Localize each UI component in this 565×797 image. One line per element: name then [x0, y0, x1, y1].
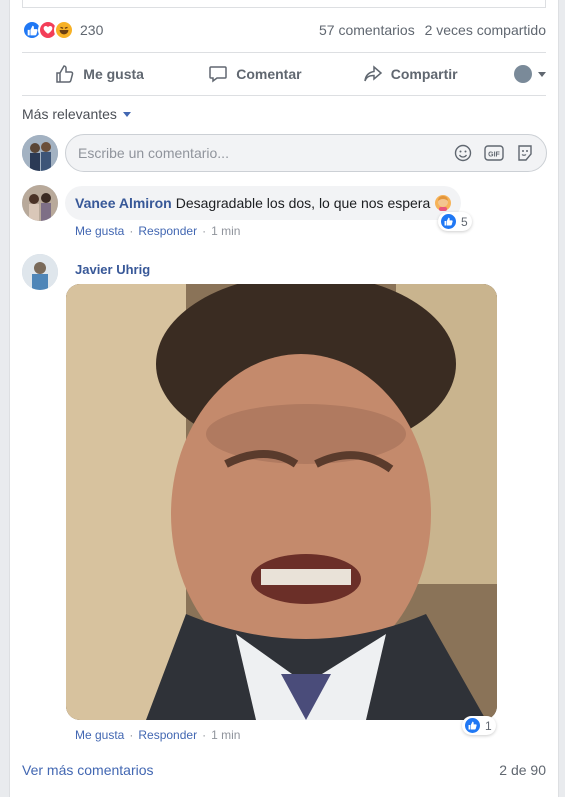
chevron-down-icon — [122, 111, 131, 117]
comment-author[interactable]: Javier Uhrig — [75, 262, 150, 277]
profile-thumb-icon — [514, 65, 533, 83]
comment-input-placeholder: Escribe un comentario... — [78, 145, 229, 161]
action-bar: Me gusta Comentar Compartir — [22, 52, 547, 96]
comment-meta: Me gusta · Responder · 1 min — [75, 728, 240, 742]
comment-author[interactable]: Vanee Almiron — [75, 195, 172, 211]
post-stats: 230 57 comentarios 2 veces compartido — [22, 16, 546, 44]
emoji-icon[interactable] — [454, 144, 472, 162]
post-card: 230 57 comentarios 2 veces compartido Me… — [9, 0, 559, 797]
separator-dot: · — [129, 224, 134, 238]
reaction-count: 230 — [80, 22, 104, 38]
separator-dot: · — [129, 728, 134, 742]
gif-image[interactable] — [66, 284, 497, 720]
haha-icon — [54, 20, 74, 40]
like-button[interactable]: Me gusta — [22, 64, 177, 84]
chevron-down-icon — [538, 71, 547, 77]
comment-text: Desagradable los dos, lo que nos espera — [175, 195, 431, 211]
commenter-avatar[interactable] — [22, 254, 58, 290]
post-top-divider — [22, 0, 546, 8]
comment-meta: Me gusta · Responder · 1 min — [75, 224, 240, 238]
stats-right: 57 comentarios 2 veces compartido — [313, 22, 546, 38]
comment-button[interactable]: Comentar — [177, 64, 332, 84]
comments-pagination-count: 2 de 90 — [499, 762, 546, 778]
view-more-comments-link[interactable]: Ver más comentarios — [22, 762, 154, 778]
comment-reaction-count: 5 — [461, 214, 468, 229]
comment-input[interactable]: Escribe un comentario... GIF — [65, 134, 547, 172]
comment-button-label: Comentar — [236, 66, 302, 82]
share-icon — [363, 65, 382, 82]
current-user-avatar[interactable] — [22, 135, 58, 171]
audience-selector[interactable] — [488, 65, 547, 83]
sort-label: Más relevantes — [22, 106, 117, 122]
sort-dropdown[interactable]: Más relevantes — [22, 106, 131, 122]
like-icon — [464, 717, 481, 734]
woman-shrugging-emoji-icon — [435, 195, 452, 211]
reaction-summary[interactable]: 230 — [22, 20, 103, 40]
comment-reaction-badge[interactable]: 1 — [462, 716, 496, 735]
comment-reply-link[interactable]: Responder — [138, 224, 197, 238]
like-button-label: Me gusta — [83, 66, 144, 82]
comment-reaction-count: 1 — [485, 718, 492, 733]
comment-time[interactable]: 1 min — [211, 728, 240, 742]
comments-footer: Ver más comentarios 2 de 90 — [22, 762, 546, 778]
separator-dot: · — [202, 224, 207, 238]
shares-count-link[interactable]: 2 veces compartido — [425, 22, 546, 38]
share-button[interactable]: Compartir — [333, 64, 488, 84]
comment-reaction-badge[interactable]: 5 — [438, 212, 472, 231]
comment-bubble: Vanee Almiron Desagradable los dos, lo q… — [65, 186, 462, 220]
separator-dot: · — [202, 728, 207, 742]
thumbs-up-icon — [56, 65, 74, 83]
sticker-icon[interactable] — [516, 144, 534, 162]
comment-icon — [209, 66, 227, 83]
gif-icon[interactable]: GIF — [484, 144, 504, 162]
like-icon — [440, 213, 457, 230]
commenter-avatar[interactable] — [22, 185, 58, 221]
share-button-label: Compartir — [390, 66, 458, 82]
comment-reply-link[interactable]: Responder — [138, 728, 197, 742]
svg-text:GIF: GIF — [488, 152, 500, 159]
comment-time[interactable]: 1 min — [211, 224, 240, 238]
comment-like-link[interactable]: Me gusta — [75, 224, 124, 238]
comments-count-link[interactable]: 57 comentarios — [319, 22, 415, 38]
comment-like-link[interactable]: Me gusta — [75, 728, 124, 742]
